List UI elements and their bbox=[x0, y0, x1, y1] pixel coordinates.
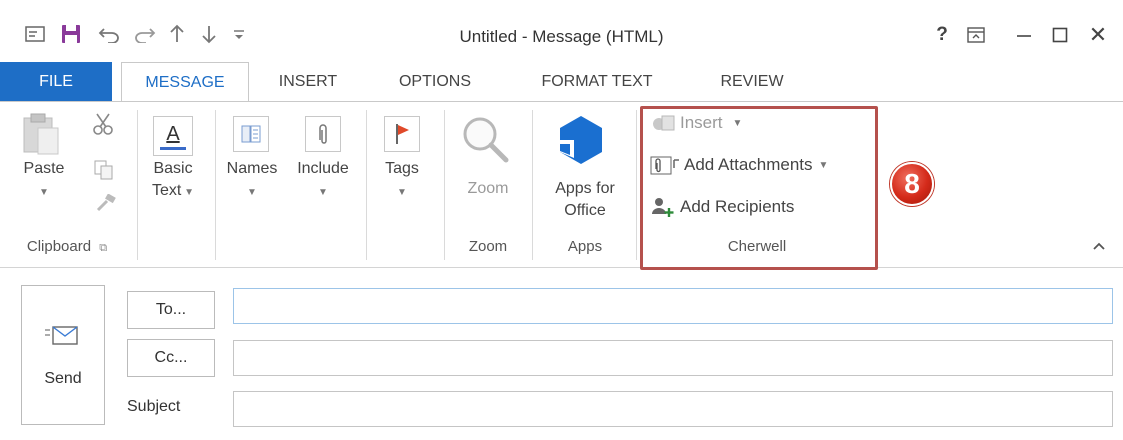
dialog-launcher-icon[interactable]: ⧉ bbox=[99, 242, 107, 254]
minimize-icon[interactable] bbox=[1010, 22, 1038, 48]
send-envelope-icon bbox=[44, 324, 80, 353]
tab-file[interactable]: FILE bbox=[0, 62, 112, 102]
group-label-clipboard: Clipboard ⧉ bbox=[12, 238, 122, 255]
separator bbox=[215, 110, 216, 260]
include-button[interactable]: Include bbox=[288, 158, 358, 180]
tags-dropdown-icon[interactable]: ▼ bbox=[374, 180, 430, 204]
separator bbox=[636, 110, 637, 260]
zoom-button[interactable]: Zoom bbox=[450, 178, 526, 200]
help-button[interactable]: ? bbox=[928, 22, 956, 48]
send-label: Send bbox=[44, 370, 82, 387]
copy-icon[interactable] bbox=[94, 160, 114, 185]
format-painter-icon[interactable] bbox=[94, 193, 116, 217]
title-bar: Untitled - Message (HTML) ? ✕ bbox=[0, 0, 1123, 62]
separator bbox=[137, 110, 138, 260]
tab-format-text[interactable]: FORMAT TEXT bbox=[520, 62, 674, 102]
group-label-zoom: Zoom bbox=[468, 238, 508, 255]
maximize-icon[interactable] bbox=[1046, 22, 1074, 48]
names-button[interactable]: Names bbox=[222, 158, 282, 180]
tab-review[interactable]: REVIEW bbox=[700, 62, 804, 102]
cc-field[interactable] bbox=[233, 340, 1113, 376]
tab-message[interactable]: MESSAGE bbox=[121, 62, 249, 103]
include-dropdown-icon[interactable]: ▼ bbox=[288, 180, 358, 204]
subject-label: Subject bbox=[127, 398, 181, 415]
names-dropdown-icon[interactable]: ▼ bbox=[222, 180, 282, 204]
cherwell-highlight-box bbox=[640, 106, 878, 270]
paste-dropdown-icon[interactable]: ▼ bbox=[14, 180, 74, 204]
paperclip-icon[interactable] bbox=[305, 116, 341, 152]
tab-insert[interactable]: INSERT bbox=[268, 62, 348, 102]
font-color-bar bbox=[160, 146, 186, 150]
basic-text-label-2-text: Text bbox=[151, 182, 182, 199]
paste-icon[interactable] bbox=[22, 112, 62, 161]
basic-text-icon[interactable]: A bbox=[153, 116, 193, 156]
subject-field[interactable] bbox=[233, 391, 1113, 427]
font-a-glyph: A bbox=[166, 122, 180, 145]
paste-button[interactable]: Paste bbox=[14, 158, 74, 180]
address-book-icon[interactable] bbox=[233, 116, 269, 152]
apps-for-office-icon[interactable] bbox=[556, 114, 606, 171]
send-button[interactable]: Send bbox=[21, 285, 105, 425]
flag-icon[interactable] bbox=[384, 116, 420, 152]
ribbon: Paste ▼ Clipboard ⧉ A Basic Text ▼ Names… bbox=[0, 101, 1123, 268]
apps-for-office-label-2[interactable]: Office bbox=[538, 200, 632, 222]
zoom-magnifier-icon[interactable] bbox=[460, 114, 512, 169]
cc-button[interactable]: Cc... bbox=[127, 339, 215, 377]
tags-button[interactable]: Tags bbox=[374, 158, 430, 180]
collapse-ribbon-icon[interactable] bbox=[1092, 238, 1106, 254]
basic-text-label-2[interactable]: Text ▼ bbox=[144, 180, 202, 204]
separator bbox=[444, 110, 445, 260]
ribbon-display-options-icon[interactable] bbox=[962, 22, 990, 48]
callout-badge: 8 bbox=[890, 162, 934, 206]
basic-text-label-1[interactable]: Basic bbox=[144, 158, 202, 180]
group-label-apps: Apps bbox=[567, 238, 603, 255]
clipboard-label: Clipboard bbox=[26, 238, 92, 255]
separator bbox=[532, 110, 533, 260]
to-field[interactable] bbox=[233, 288, 1113, 324]
cut-icon[interactable] bbox=[92, 112, 114, 141]
to-button[interactable]: To... bbox=[127, 291, 215, 329]
ribbon-tabs: FILE MESSAGE INSERT OPTIONS FORMAT TEXT … bbox=[0, 62, 1123, 103]
separator bbox=[366, 110, 367, 260]
close-button[interactable]: ✕ bbox=[1084, 22, 1112, 48]
apps-for-office-label-1[interactable]: Apps for bbox=[538, 178, 632, 200]
tab-options[interactable]: OPTIONS bbox=[376, 62, 494, 102]
